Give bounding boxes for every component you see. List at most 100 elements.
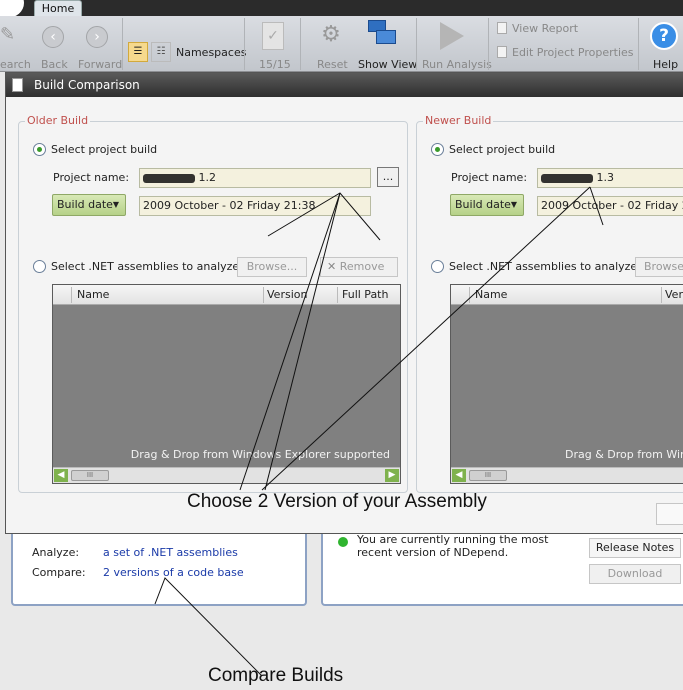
- back-icon[interactable]: ‹: [42, 26, 64, 48]
- newer-horizontal-scrollbar[interactable]: ◀ III: [451, 467, 683, 483]
- forward-icon[interactable]: ›: [86, 26, 108, 48]
- column-separator: [337, 287, 338, 303]
- chevron-down-icon: ▼: [112, 200, 119, 209]
- column-version[interactable]: Version: [267, 288, 307, 301]
- older-remove-button[interactable]: ✕ Remove: [320, 257, 398, 277]
- back-button[interactable]: Back: [41, 58, 68, 71]
- chevron-down-icon: ▼: [510, 200, 517, 209]
- build-comparison-dialog: Build Comparison Older Build Select proj…: [5, 72, 683, 534]
- report-icon: [497, 22, 507, 34]
- newer-build-date-field[interactable]: 2009 October - 02 Friday 21:38: [537, 196, 683, 216]
- analyze-label: Analyze:: [32, 546, 80, 559]
- older-assemblies-grid[interactable]: Name Version Full Path Drag & Drop from …: [52, 284, 401, 484]
- column-separator: [71, 287, 72, 303]
- download-button[interactable]: Download: [589, 564, 681, 584]
- older-build-group: Older Build Select project build Project…: [18, 114, 408, 493]
- older-grid-header: Name Version Full Path: [53, 285, 400, 305]
- newer-build-label: Newer Build: [423, 114, 494, 127]
- older-build-date-dropdown[interactable]: Build date ▼: [52, 194, 126, 216]
- redaction-scribble: [143, 173, 195, 183]
- older-project-name-value: 1.2: [198, 171, 217, 184]
- show-view-icon[interactable]: [368, 20, 398, 52]
- older-remove-label: Remove: [339, 260, 385, 273]
- older-build-date-field[interactable]: 2009 October - 02 Friday 21:38: [139, 196, 371, 216]
- dialog-title: Build Comparison: [34, 78, 140, 92]
- newer-assemblies-grid[interactable]: Name Versi Drag & Drop from Windows Expl…: [450, 284, 683, 484]
- column-full-path[interactable]: Full Path: [342, 288, 388, 301]
- analyze-assemblies-link[interactable]: a set of .NET assemblies: [103, 546, 238, 559]
- ribbon-separator: [638, 18, 639, 70]
- redaction-scribble: [541, 173, 593, 183]
- namespaces-icon-2[interactable]: ☷: [151, 42, 171, 62]
- help-button[interactable]: Help: [653, 58, 678, 71]
- newer-select-assemblies-label[interactable]: Select .NET assemblies to analyze: [449, 260, 637, 273]
- compare-builds-caption: Compare Builds: [208, 665, 344, 686]
- newer-drag-drop-hint: Drag & Drop from Windows Explorer suppor…: [565, 448, 683, 461]
- newer-grid-header: Name Versi: [451, 285, 683, 305]
- compare-label: Compare:: [32, 566, 86, 579]
- count-label: 15/15: [259, 58, 291, 71]
- column-separator: [469, 287, 470, 303]
- ribbon-separator: [416, 18, 417, 70]
- scroll-left-icon[interactable]: ◀: [452, 469, 466, 482]
- checklist-icon: ✓: [262, 22, 284, 50]
- older-project-name-field[interactable]: 1.2: [139, 168, 371, 188]
- column-name[interactable]: Name: [77, 288, 109, 301]
- newer-project-name-field[interactable]: 1.3: [537, 168, 683, 188]
- tab-home[interactable]: Home: [34, 0, 82, 16]
- ribbon-separator: [300, 18, 301, 70]
- scroll-right-icon[interactable]: ▶: [385, 469, 399, 482]
- older-horizontal-scrollbar[interactable]: ◀ III ▶: [53, 467, 400, 483]
- newer-build-date-label: Build date: [455, 198, 511, 211]
- edit-project-properties-button[interactable]: Edit Project Properties: [512, 46, 634, 59]
- older-select-project-label[interactable]: Select project build: [51, 143, 157, 156]
- column-version[interactable]: Versi: [665, 288, 683, 301]
- ribbon-tab-strip: [0, 0, 683, 16]
- scroll-thumb[interactable]: III: [71, 470, 109, 481]
- reset-icon[interactable]: ⚙: [316, 22, 346, 52]
- help-icon[interactable]: ?: [650, 22, 678, 50]
- ribbon: earch ✎ ‹ Back › Forward ☰ ☷ Namespaces …: [0, 16, 683, 72]
- compare-builds-link[interactable]: 2 versions of a code base: [103, 566, 244, 579]
- column-separator: [661, 287, 662, 303]
- older-select-assemblies-radio[interactable]: [33, 260, 46, 273]
- namespaces-label[interactable]: Namespaces: [176, 46, 246, 59]
- older-select-assemblies-label[interactable]: Select .NET assemblies to analyze: [51, 260, 239, 273]
- view-report-button[interactable]: View Report: [512, 22, 578, 35]
- search-button-label[interactable]: earch: [0, 58, 31, 71]
- run-analysis-icon[interactable]: [440, 22, 464, 50]
- run-analysis-button[interactable]: Run Analysis: [422, 58, 492, 71]
- ribbon-separator: [244, 18, 245, 70]
- older-select-project-radio[interactable]: [33, 143, 46, 156]
- newer-project-name-value: 1.3: [596, 171, 615, 184]
- ribbon-separator: [488, 18, 489, 70]
- older-drag-drop-hint: Drag & Drop from Windows Explorer suppor…: [130, 448, 390, 461]
- document-icon: [12, 78, 23, 92]
- choose-versions-caption: Choose 2 Version of your Assembly: [187, 491, 487, 512]
- newer-select-project-radio[interactable]: [431, 143, 444, 156]
- older-browse-project-button[interactable]: ...: [377, 167, 399, 187]
- newer-project-name-label: Project name:: [451, 171, 528, 184]
- older-build-date-label: Build date: [57, 198, 113, 211]
- newer-browse-button[interactable]: Browse...: [635, 257, 683, 277]
- ok-button[interactable]: [656, 503, 683, 525]
- dialog-title-bar[interactable]: Build Comparison: [6, 73, 683, 97]
- search-icon: ✎: [0, 24, 16, 45]
- namespaces-icon[interactable]: ☰: [128, 42, 148, 62]
- column-name[interactable]: Name: [475, 288, 507, 301]
- older-build-label: Older Build: [25, 114, 91, 127]
- reset-button[interactable]: Reset: [317, 58, 348, 71]
- newer-select-project-label[interactable]: Select project build: [449, 143, 555, 156]
- show-view-button[interactable]: Show View: [358, 58, 417, 71]
- release-notes-button[interactable]: Release Notes: [589, 538, 681, 558]
- older-browse-button[interactable]: Browse...: [237, 257, 307, 277]
- newer-build-date-dropdown[interactable]: Build date ▼: [450, 194, 524, 216]
- column-separator: [263, 287, 264, 303]
- newer-build-group: Newer Build Select project build Project…: [416, 114, 683, 493]
- properties-icon: [497, 46, 507, 58]
- update-status-text: You are currently running the most recen…: [357, 533, 549, 559]
- scroll-thumb[interactable]: III: [469, 470, 507, 481]
- scroll-left-icon[interactable]: ◀: [54, 469, 68, 482]
- forward-button[interactable]: Forward: [78, 58, 122, 71]
- newer-select-assemblies-radio[interactable]: [431, 260, 444, 273]
